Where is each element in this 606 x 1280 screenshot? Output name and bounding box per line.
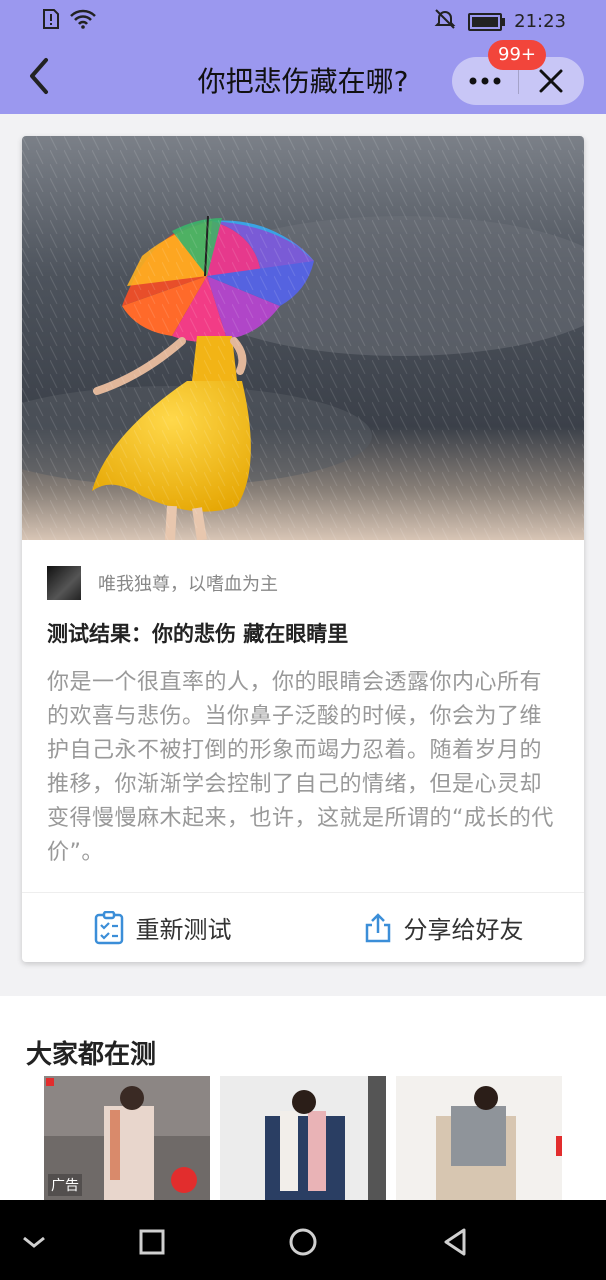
- thumbnail-item[interactable]: [220, 1076, 386, 1200]
- thumbnail-image: [220, 1076, 386, 1200]
- ad-thumbnail[interactable]: 广告: [44, 1076, 210, 1200]
- thumbnail-list: 广告: [44, 1076, 562, 1200]
- share-icon: [365, 912, 390, 942]
- action-row: 重新测试 分享给好友: [22, 893, 584, 962]
- header: 你把悲伤藏在哪? 99+: [0, 40, 606, 114]
- top-bar: 21:23 你把悲伤藏在哪? 99+: [0, 0, 606, 114]
- nav-collapse-button[interactable]: [16, 1224, 52, 1260]
- author-name: 唯我独尊，以嗜血为主: [98, 574, 278, 595]
- more-icon: [469, 77, 501, 85]
- wifi-icon: [70, 9, 96, 33]
- nav-collapse-icon: [23, 1236, 45, 1248]
- hero-image: [22, 136, 584, 540]
- notification-badge: 99+: [488, 40, 546, 70]
- more-button[interactable]: 99+: [452, 40, 546, 105]
- retest-label: 重新测试: [135, 916, 232, 944]
- ad-label: 广告: [48, 1174, 82, 1196]
- retest-button[interactable]: 重新测试: [22, 893, 303, 962]
- sim-alert-icon: [42, 9, 60, 33]
- thumbnail-item[interactable]: [396, 1076, 562, 1200]
- nav-back-button[interactable]: [438, 1224, 474, 1260]
- result-card: 唯我独尊，以嗜血为主 测试结果：你的悲伤 藏在眼睛里 你是一个很直率的人，你的眼…: [22, 136, 584, 962]
- section-title: 大家都在测: [26, 1040, 157, 1070]
- nav-back-icon: [444, 1228, 466, 1256]
- share-label: 分享给好友: [403, 916, 524, 944]
- nav-home-button[interactable]: [285, 1224, 321, 1260]
- share-button[interactable]: 分享给好友: [303, 893, 584, 962]
- navigation-bar: [0, 1200, 606, 1280]
- thumbnail-image: [396, 1076, 562, 1200]
- close-icon: [539, 69, 563, 93]
- nav-recents-icon: [139, 1229, 165, 1255]
- nav-home-icon: [289, 1228, 317, 1256]
- result-description: 你是一个很直率的人，你的眼睛会透露你内心所有的欢喜与悲伤。当你鼻子泛酸的时候，你…: [47, 670, 554, 865]
- result-title: 测试结果：你的悲伤 藏在眼睛里: [47, 622, 349, 646]
- others-section: 大家都在测 广告: [0, 996, 606, 1200]
- mute-bell-icon: [434, 8, 456, 35]
- nav-recents-button[interactable]: [134, 1224, 170, 1260]
- mini-program-capsule: 99+: [452, 40, 584, 105]
- battery-icon: [468, 12, 506, 31]
- status-bar: 21:23: [0, 0, 606, 40]
- checklist-icon: [94, 910, 123, 944]
- author-row: 唯我独尊，以嗜血为主: [47, 566, 278, 600]
- clock: 21:23: [514, 11, 566, 32]
- avatar[interactable]: [47, 566, 81, 600]
